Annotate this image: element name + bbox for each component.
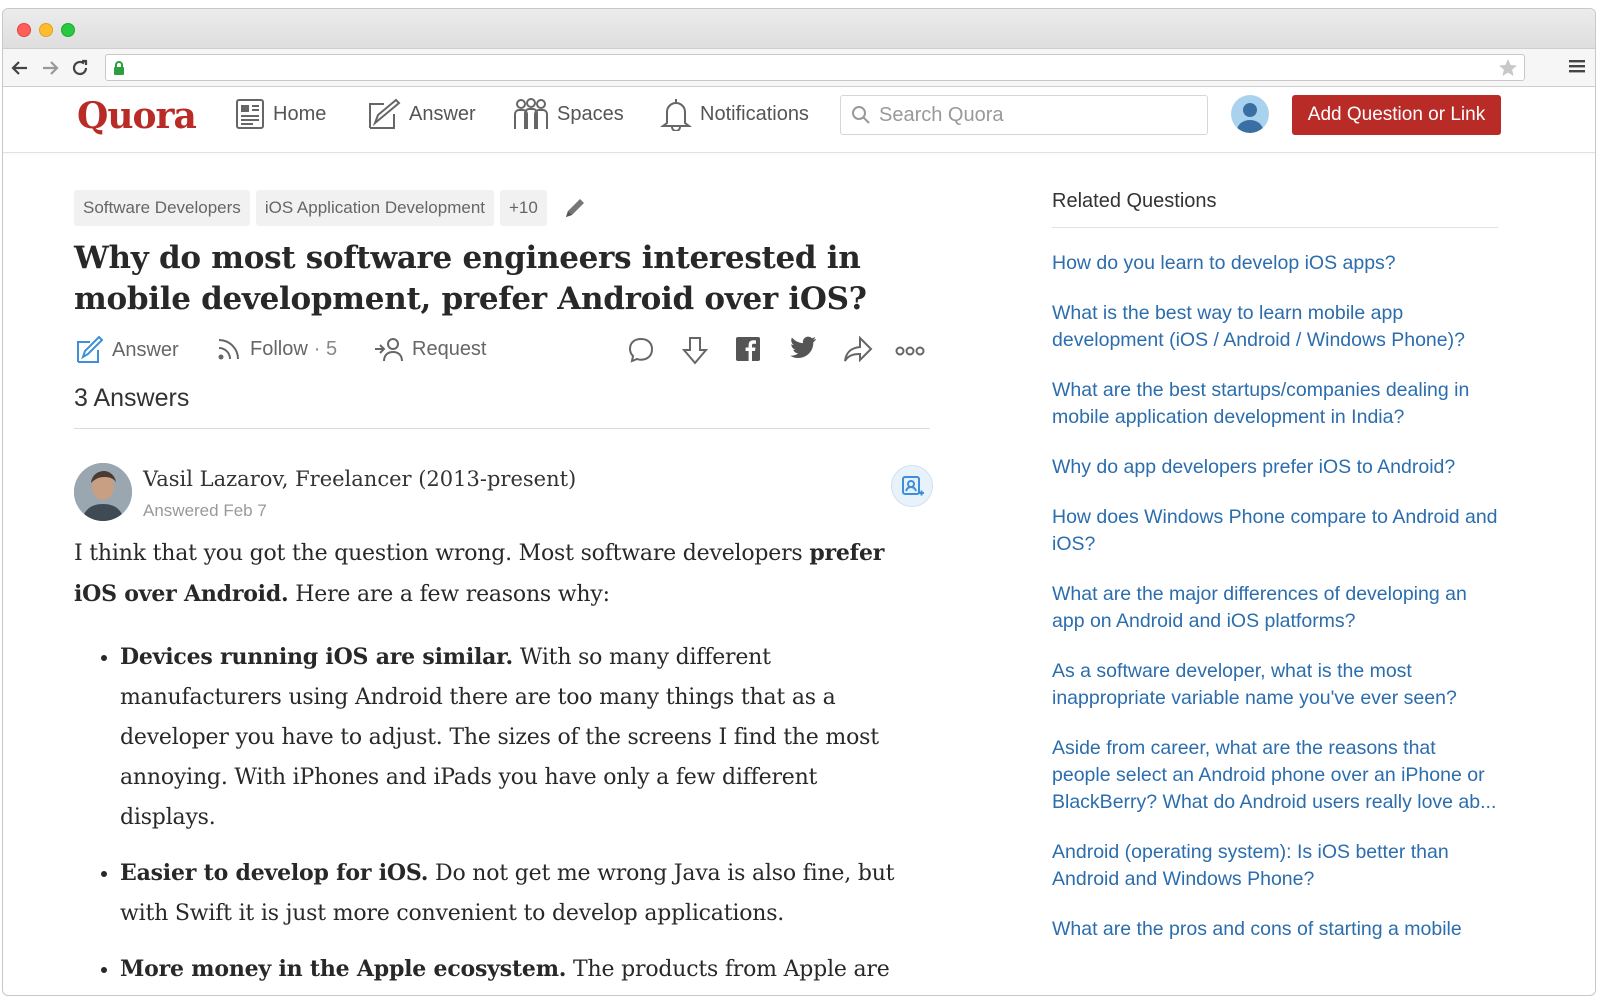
reason-heading: Devices running iOS are similar.	[120, 644, 514, 670]
arrow-left-icon	[11, 60, 27, 75]
follow-rss-icon	[218, 339, 239, 360]
minimize-window-button[interactable]	[39, 23, 53, 37]
nav-home-label: Home	[273, 102, 327, 125]
more-topics-chip[interactable]: +10	[500, 190, 547, 226]
user-avatar[interactable]	[1231, 95, 1269, 133]
facebook-icon[interactable]	[735, 336, 761, 362]
nav-spaces[interactable]: Spaces	[513, 96, 624, 132]
bell-icon	[660, 99, 692, 131]
home-feed-icon	[236, 99, 264, 129]
question-column: Software Developers iOS Application Deve…	[74, 190, 934, 1000]
related-questions-sidebar: Related Questions How do you learn to de…	[1052, 190, 1498, 966]
list-item: Devices running iOS are similar. With so…	[120, 637, 904, 838]
search-input[interactable]	[879, 103, 1199, 127]
list-item: Easier to develop for iOS. Do not get me…	[120, 853, 904, 934]
request-action-button[interactable]: Request	[374, 336, 487, 362]
search-icon	[852, 106, 870, 124]
search-box[interactable]	[840, 95, 1208, 135]
reload-icon	[72, 59, 88, 75]
browser-toolbar	[3, 49, 1595, 87]
downvote-icon[interactable]	[681, 336, 709, 366]
quora-logo[interactable]: Quora	[77, 95, 197, 137]
answers-count: 3 Answers	[74, 384, 190, 412]
topic-chip[interactable]: Software Developers	[74, 190, 250, 226]
hamburger-icon	[1569, 60, 1585, 73]
intro-text-end: Here are a few reasons why:	[288, 582, 610, 607]
twitter-icon[interactable]	[789, 336, 817, 360]
related-list: How do you learn to develop iOS apps? Wh…	[1052, 250, 1498, 943]
reload-button[interactable]	[67, 55, 93, 81]
nav-spaces-label: Spaces	[557, 102, 624, 125]
related-question-link[interactable]: Why do app developers prefer iOS to Andr…	[1052, 454, 1498, 481]
related-question-link[interactable]: As a software developer, what is the mos…	[1052, 658, 1498, 712]
follow-count: · 5	[313, 337, 338, 360]
follow-author-button[interactable]	[891, 465, 933, 507]
sidebar-title: Related Questions	[1052, 190, 1217, 212]
answer-action-button[interactable]: Answer	[76, 336, 179, 364]
nav-notifications-label: Notifications	[700, 102, 809, 125]
follow-action-label: Follow	[250, 337, 308, 360]
reason-heading: Easier to develop for iOS.	[120, 860, 429, 886]
answer-intro: I think that you got the question wrong.…	[74, 533, 904, 615]
nav-notifications[interactable]: Notifications	[660, 96, 809, 132]
reason-heading: More money in the Apple ecosystem.	[120, 956, 567, 982]
related-question-link[interactable]: Android (operating system): Is iOS bette…	[1052, 839, 1498, 893]
answered-date[interactable]: Answered Feb 7	[143, 501, 267, 521]
reason-text: The products from Apple are	[566, 957, 890, 982]
address-bar[interactable]	[105, 54, 1525, 81]
related-question-link[interactable]: Aside from career, what are the reasons …	[1052, 735, 1498, 816]
site-header: Quora Home Answer Spaces Notifications A…	[3, 87, 1595, 153]
request-user-icon	[375, 338, 403, 362]
question-actions: Answer Follow · 5 Request	[74, 332, 934, 372]
follow-action-button[interactable]: Follow · 5	[216, 336, 337, 362]
close-window-button[interactable]	[17, 23, 31, 37]
author-avatar[interactable]	[74, 463, 132, 521]
related-question-link[interactable]: What are the major differences of develo…	[1052, 581, 1498, 635]
people-group-icon	[514, 98, 548, 129]
question-title[interactable]: Why do most software engineers intereste…	[74, 238, 934, 320]
list-item: More money in the Apple ecosystem. The p…	[120, 949, 904, 990]
forward-button[interactable]	[37, 55, 63, 81]
answer-action-label: Answer	[112, 338, 179, 361]
answer-header: Vasil Lazarov, Freelancer (2013-present)…	[74, 463, 934, 533]
related-question-link[interactable]: How does Windows Phone compare to Androi…	[1052, 504, 1498, 558]
bookmark-star-icon[interactable]	[1498, 58, 1518, 78]
share-arrow-icon[interactable]	[843, 336, 873, 364]
arrow-right-icon	[43, 60, 59, 75]
related-question-link[interactable]: How do you learn to develop iOS apps?	[1052, 250, 1498, 277]
follow-user-icon	[902, 476, 924, 496]
intro-text: I think that you got the question wrong.…	[74, 541, 810, 566]
author-photo-icon	[74, 463, 132, 521]
user-silhouette-icon	[1236, 103, 1264, 133]
nav-home[interactable]: Home	[235, 96, 326, 132]
answer-body: I think that you got the question wrong.…	[74, 533, 904, 990]
lock-icon	[114, 61, 124, 75]
back-button[interactable]	[7, 55, 33, 81]
answer-pencil-icon	[77, 336, 104, 363]
pencil-square-icon	[369, 98, 401, 129]
reasons-list: Devices running iOS are similar. With so…	[74, 637, 904, 990]
nav-answer-label: Answer	[409, 102, 476, 125]
request-action-label: Request	[412, 337, 487, 360]
reason-text: With so many different manufacturers usi…	[120, 645, 879, 830]
browser-menu-button[interactable]	[1569, 59, 1585, 78]
title-bar	[3, 9, 1595, 49]
related-question-link[interactable]: What are the pros and cons of starting a…	[1052, 916, 1498, 943]
related-question-link[interactable]: What is the best way to learn mobile app…	[1052, 300, 1498, 354]
author-name[interactable]: Vasil Lazarov, Freelancer (2013-present)	[143, 467, 576, 491]
add-question-button[interactable]: Add Question or Link	[1292, 95, 1501, 135]
maximize-window-button[interactable]	[61, 23, 75, 37]
answers-divider	[74, 428, 930, 429]
comment-icon[interactable]	[627, 336, 655, 364]
sidebar-divider	[1052, 227, 1498, 228]
related-question-link[interactable]: What are the best startups/companies dea…	[1052, 377, 1498, 431]
edit-topics-pencil-icon[interactable]	[563, 196, 587, 220]
nav-answer[interactable]: Answer	[367, 96, 476, 132]
more-options-icon[interactable]	[895, 346, 925, 356]
topic-list: Software Developers iOS Application Deve…	[74, 190, 934, 226]
topic-chip[interactable]: iOS Application Development	[255, 190, 494, 226]
